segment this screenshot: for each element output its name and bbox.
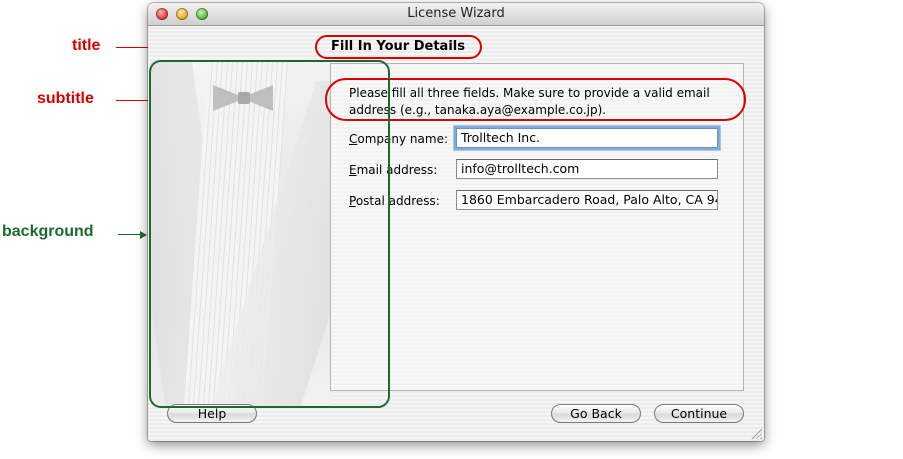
annotation-background: background	[2, 223, 94, 240]
annotation-title: title	[72, 37, 101, 54]
title-bar[interactable]: License Wizard	[148, 3, 764, 26]
resize-grip-icon[interactable]	[751, 428, 762, 439]
window-title: License Wizard	[407, 6, 505, 21]
continue-button[interactable]: Continue	[654, 404, 744, 423]
email-address-field[interactable]: info@trolltech.com	[456, 159, 718, 179]
postal-address-field[interactable]: 1860 Embarcadero Road, Palo Alto, CA 94	[456, 190, 718, 210]
go-back-button[interactable]: Go Back	[551, 404, 641, 423]
annotation-background-arrow	[118, 231, 147, 239]
company-name-field[interactable]: Trolltech Inc.	[456, 128, 718, 148]
annotation-subtitle: subtitle	[37, 90, 94, 107]
title-highlight-oval	[315, 35, 482, 59]
background-highlight-rect	[149, 60, 390, 408]
